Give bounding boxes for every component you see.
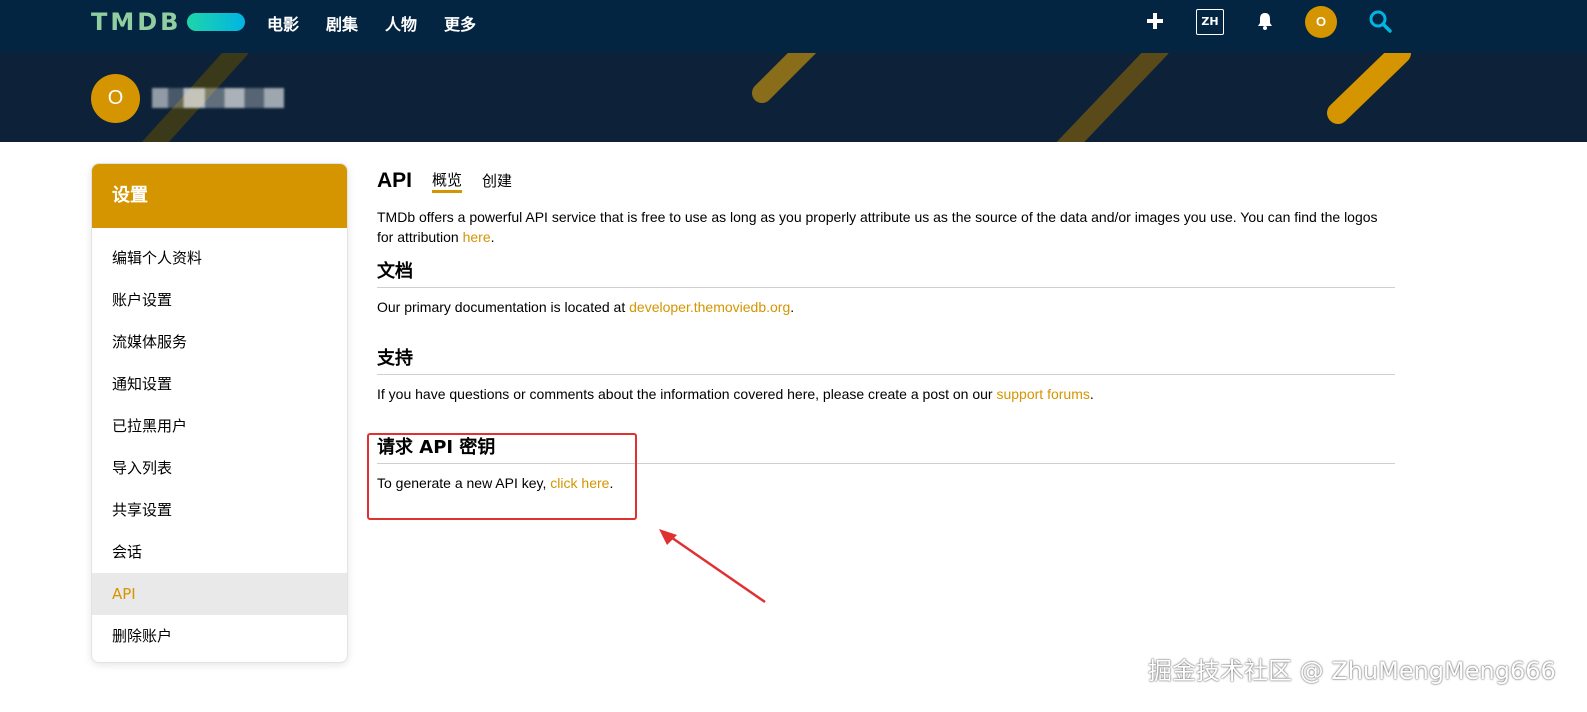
intro-paragraph: TMDb offers a powerful API service that … (377, 207, 1395, 247)
sidebar-item-sharing[interactable]: 共享设置 (92, 489, 347, 531)
plus-icon[interactable] (1145, 11, 1165, 31)
nav-people[interactable]: 人物 (385, 11, 417, 35)
intro-text: TMDb offers a powerful API service that … (377, 209, 1378, 245)
sidebar-item-blocked-users[interactable]: 已拉黑用户 (92, 405, 347, 447)
intro-end: . (490, 229, 495, 245)
page-title: API (377, 169, 413, 192)
docs-heading: 文档 (377, 257, 1395, 288)
docs-end: . (790, 299, 795, 315)
nav-more[interactable]: 更多 (444, 11, 476, 35)
docs-text: Our primary documentation is located at (377, 299, 630, 315)
sidebar-item-edit-profile[interactable]: 编辑个人资料 (92, 237, 347, 279)
sidebar-item-sessions[interactable]: 会话 (92, 531, 347, 573)
sidebar-item-api[interactable]: API (92, 573, 347, 615)
annotation-highlight-box (367, 433, 637, 520)
support-text: If you have questions or comments about … (377, 386, 997, 402)
sidebar-title: 设置 (92, 164, 347, 228)
sidebar-item-account-settings[interactable]: 账户设置 (92, 279, 347, 321)
logo-pill (187, 13, 246, 31)
support-forums-link[interactable]: support forums (996, 386, 1089, 402)
annotation-arrow-icon (659, 529, 766, 604)
sidebar-list: 编辑个人资料 账户设置 流媒体服务 通知设置 已拉黑用户 导入列表 共享设置 会… (92, 228, 347, 657)
docs-paragraph: Our primary documentation is located at … (377, 297, 1395, 317)
top-nav: TMDB 电影 剧集 人物 更多 ZH O (0, 0, 1587, 53)
logo-text: TMDB (91, 8, 182, 36)
attribution-link[interactable]: here (463, 229, 491, 245)
search-icon[interactable] (1368, 9, 1392, 33)
user-avatar[interactable]: O (1305, 6, 1337, 38)
title-row: API 概览 创建 (377, 163, 1395, 193)
tmdb-logo[interactable]: TMDB (91, 8, 246, 36)
main-nav: 电影 剧集 人物 更多 (267, 11, 503, 35)
settings-sidebar: 设置 编辑个人资料 账户设置 流媒体服务 通知设置 已拉黑用户 导入列表 共享设… (91, 163, 348, 663)
nav-movies[interactable]: 电影 (267, 11, 299, 35)
support-paragraph: If you have questions or comments about … (377, 384, 1395, 404)
sidebar-item-notifications[interactable]: 通知设置 (92, 363, 347, 405)
sidebar-item-import-lists[interactable]: 导入列表 (92, 447, 347, 489)
bell-icon[interactable] (1255, 11, 1275, 31)
nav-tv[interactable]: 剧集 (326, 11, 358, 35)
sidebar-item-streaming[interactable]: 流媒体服务 (92, 321, 347, 363)
language-button[interactable]: ZH (1196, 9, 1224, 35)
tab-overview[interactable]: 概览 (432, 169, 463, 193)
watermark: 掘金技术社区 @ ZhuMengMeng666 (1148, 657, 1556, 685)
docs-link[interactable]: developer.themoviedb.org (629, 299, 790, 315)
blurred-username (152, 88, 284, 108)
support-end: . (1089, 386, 1094, 402)
sidebar-item-delete-account[interactable]: 删除账户 (92, 615, 347, 657)
tab-create[interactable]: 创建 (482, 170, 512, 193)
profile-avatar[interactable]: O (91, 74, 140, 123)
support-heading: 支持 (377, 344, 1395, 375)
